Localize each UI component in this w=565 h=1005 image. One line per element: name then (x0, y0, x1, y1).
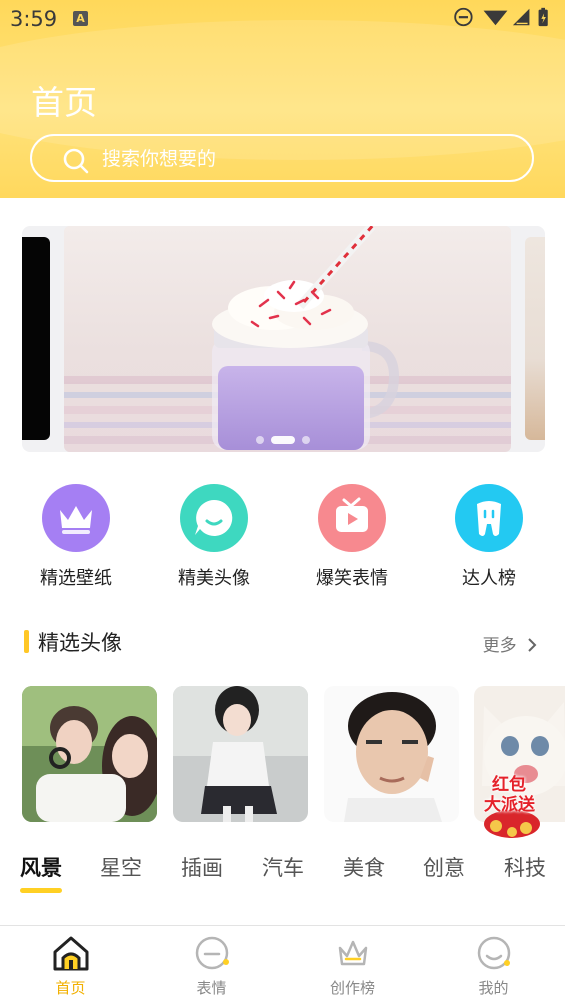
crown-outline-icon (338, 940, 368, 966)
carousel-dot[interactable] (256, 436, 264, 444)
crown-icon (42, 484, 110, 552)
category-funny-emoji[interactable]: 爆笑表情 (297, 484, 407, 590)
category-label: 爆笑表情 (316, 568, 388, 589)
tab-creative[interactable]: 创意 (423, 852, 465, 882)
promo-line2: 大派送 (484, 795, 535, 815)
tv-play-icon (318, 484, 386, 552)
nav-label: 首页 (55, 979, 86, 997)
battery-icon (538, 7, 548, 27)
search-bar[interactable] (30, 134, 534, 182)
banner-carousel[interactable] (22, 226, 545, 452)
category-wallpaper[interactable]: 精选壁纸 (21, 484, 131, 590)
nav-label: 创作榜 (329, 979, 375, 997)
chat-smile-icon (180, 484, 248, 552)
carousel-main-slide[interactable] (64, 226, 511, 452)
tab-scenery[interactable]: 风景 (20, 852, 62, 882)
carousel-prev-slide[interactable] (22, 237, 50, 440)
category-label: 达人榜 (462, 568, 516, 589)
more-link[interactable]: 更多 (483, 631, 538, 656)
signal-icon (512, 8, 530, 26)
dnd-icon (454, 7, 473, 27)
section-title: 精选头像 (38, 631, 122, 655)
home-icon (53, 936, 89, 971)
category-grid: 精选壁纸 精美头像 爆笑表情 达人榜 (0, 484, 565, 594)
section-accent-bar (24, 630, 29, 653)
category-label: 精选壁纸 (40, 568, 112, 589)
avatar-thumbnail[interactable] (173, 686, 308, 822)
tab-illustration[interactable]: 插画 (181, 852, 223, 882)
search-input[interactable] (100, 144, 504, 174)
carousel-dot[interactable] (302, 436, 310, 444)
nav-label: 表情 (196, 979, 227, 997)
category-tabs: 风景 星空 插画 汽车 美食 创意 科技 (0, 852, 565, 896)
more-label: 更多 (482, 636, 517, 656)
nav-creation-ranking[interactable]: 创作榜 (282, 926, 423, 1005)
status-bar: 3:59 A (0, 0, 565, 38)
wifi-icon (483, 10, 508, 26)
tab-food[interactable]: 美食 (343, 852, 385, 882)
red-envelope-promo-badge[interactable]: 红包 大派送 (478, 768, 546, 840)
tab-starry-sky[interactable]: 星空 (100, 852, 142, 882)
status-time: 3:59 (10, 7, 58, 31)
nav-label: 我的 (478, 979, 509, 997)
category-label: 精美头像 (178, 568, 250, 589)
tab-cars[interactable]: 汽车 (262, 852, 304, 882)
nav-emoji[interactable]: 表情 (141, 926, 282, 1005)
chevron-right-icon (528, 638, 537, 652)
avatar-thumbnail[interactable] (324, 686, 459, 822)
profile-icon (477, 936, 511, 970)
active-tab-indicator (20, 888, 62, 893)
avatar-thumbnail[interactable] (22, 686, 157, 822)
milkshake-image (64, 226, 511, 452)
notification-a-icon: A (73, 11, 88, 26)
nav-home[interactable]: 首页 (0, 926, 141, 1005)
tooth-icon (455, 484, 523, 552)
featured-section-header: 精选头像 更多 (24, 626, 544, 658)
nav-profile[interactable]: 我的 (423, 926, 564, 1005)
status-icons (454, 7, 548, 27)
carousel-next-slide[interactable] (525, 237, 545, 440)
tab-tech[interactable]: 科技 (504, 852, 546, 882)
bottom-navigation: 首页 表情 创作榜 我的 (0, 925, 565, 1005)
carousel-dot-active[interactable] (271, 436, 295, 444)
emoji-icon (195, 936, 229, 970)
category-avatar[interactable]: 精美头像 (159, 484, 269, 590)
page-title: 首页 (31, 83, 97, 122)
category-ranking[interactable]: 达人榜 (434, 484, 544, 590)
search-icon (63, 148, 89, 174)
